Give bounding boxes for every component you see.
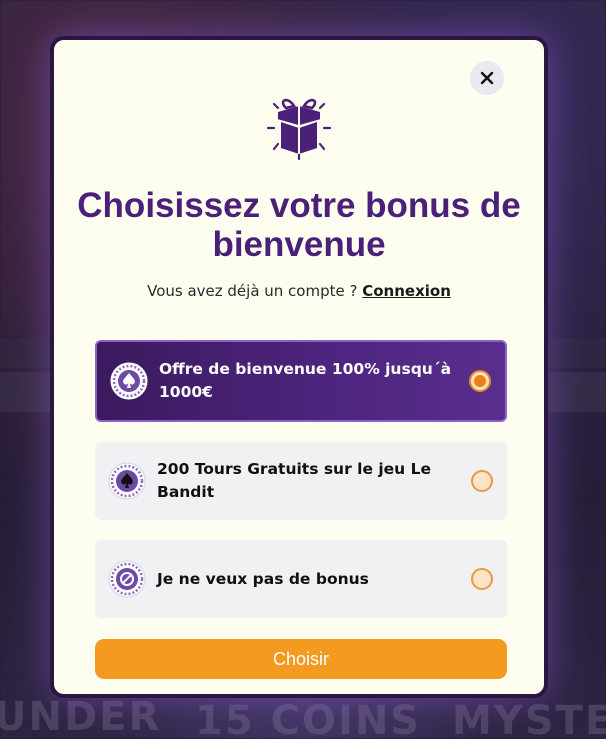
bonus-option-radio[interactable] — [471, 470, 493, 492]
bonus-option-label: Je ne veux pas de bonus — [157, 569, 369, 588]
modal-title: Choisissez votre bonus de bienvenue — [77, 186, 521, 264]
gift-box-icon — [266, 98, 332, 161]
bonus-option-no-bonus[interactable]: Je ne veux pas de bonus — [95, 540, 507, 618]
spade-badge-icon — [108, 462, 146, 500]
choose-button[interactable]: Choisir — [95, 639, 507, 679]
welcome-bonus-modal: Choisissez votre bonus de bienvenue Vous… — [50, 36, 548, 698]
close-icon — [480, 71, 494, 85]
bonus-option-radio[interactable] — [471, 568, 493, 590]
bonus-option-free-spins[interactable]: 200 Tours Gratuits sur le jeu Le Bandit — [95, 442, 507, 520]
login-prompt: Vous avez déjà un compte ? Connexion — [54, 282, 544, 300]
bonus-option-radio[interactable] — [469, 370, 491, 392]
spade-badge-icon — [110, 362, 148, 400]
bonus-option-label: 200 Tours Gratuits sur le jeu Le Bandit — [157, 460, 431, 501]
login-prompt-text: Vous avez déjà un compte ? — [147, 282, 358, 300]
close-button[interactable] — [470, 61, 504, 95]
no-bonus-badge-icon — [108, 560, 146, 598]
bonus-option-welcome-offer[interactable]: Offre de bienvenue 100% jusqu´à 1000€ — [95, 340, 507, 422]
login-link[interactable]: Connexion — [362, 282, 451, 300]
bonus-option-label: Offre de bienvenue 100% jusqu´à 1000€ — [159, 360, 452, 401]
